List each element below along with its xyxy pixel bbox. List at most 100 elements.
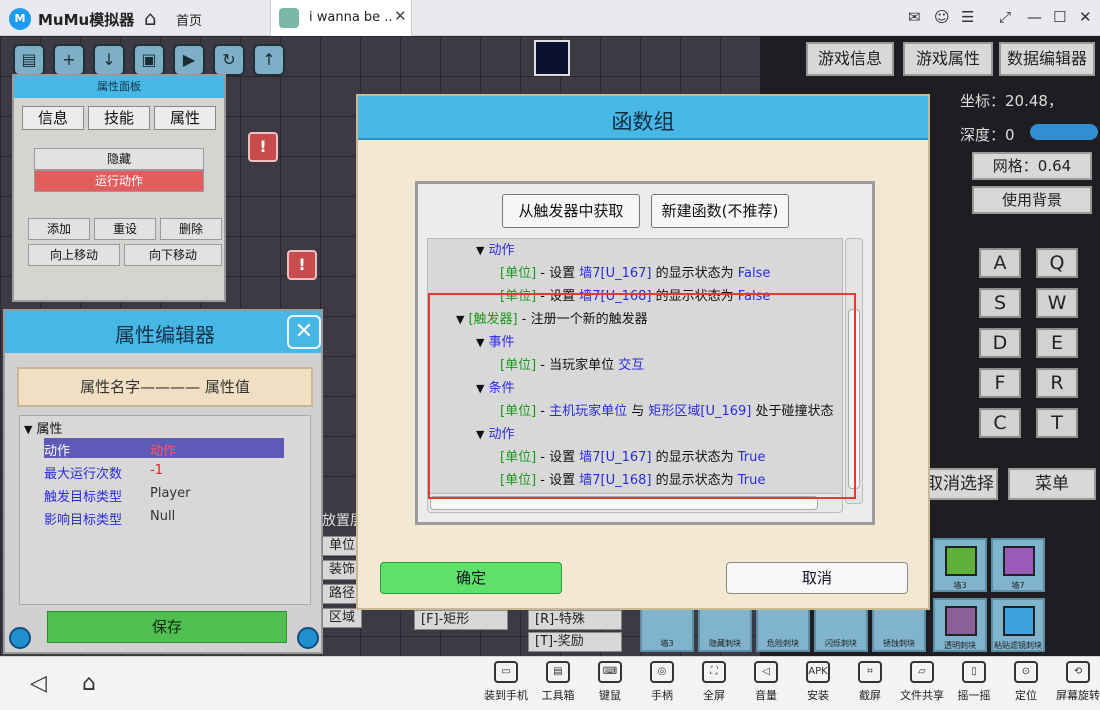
use-background-button[interactable]: 使用背景	[972, 186, 1092, 214]
menu-button[interactable]: 菜单	[1008, 468, 1096, 500]
data-editor-button[interactable]: 数据编辑器	[999, 42, 1095, 76]
menu-icon[interactable]: ☰	[961, 8, 974, 26]
rect-tool-button[interactable]: [F]-矩形	[414, 610, 508, 630]
key-c-button[interactable]: C	[979, 408, 1021, 438]
home-icon[interactable]: ⌂	[82, 671, 96, 696]
minimize-icon[interactable]: —	[1027, 8, 1042, 26]
reset-button[interactable]: 重设	[94, 218, 156, 240]
key-a-button[interactable]: A	[979, 248, 1021, 278]
attribute-row[interactable]: 最大运行次数 -1	[44, 461, 284, 482]
resize-handle-icon[interactable]	[297, 627, 319, 649]
hide-button[interactable]: 隐藏	[34, 148, 204, 170]
tab-skills[interactable]: 技能	[88, 106, 150, 130]
new-file-icon[interactable]: +	[53, 44, 85, 76]
key-d-button[interactable]: D	[979, 328, 1021, 358]
cancel-button[interactable]: 取消	[726, 562, 908, 594]
tile-transparent-spike[interactable]: 透明刺块	[933, 598, 987, 652]
upload-icon[interactable]: ↑	[253, 44, 285, 76]
depth-slider[interactable]	[1030, 124, 1098, 140]
tile-blink-spike[interactable]: 闪烁刺块	[814, 608, 868, 652]
refresh-icon[interactable]: ↻	[213, 44, 245, 76]
function-tree[interactable]: ▼ 动作 [单位] - 设置 墙7[U_167] 的显示状态为 False [单位] …	[427, 238, 843, 504]
scrollbar-thumb[interactable]	[848, 309, 860, 489]
nav-item[interactable]: ⌨ 键鼠	[584, 661, 636, 709]
tree-line[interactable]: ▼ [触发器] - 注册一个新的触发器	[456, 310, 648, 330]
nav-item[interactable]: ▯ 摇一摇	[948, 661, 1000, 709]
maximize-icon[interactable]: ☐	[1053, 8, 1066, 26]
close-window-icon[interactable]: ✕	[1079, 8, 1092, 26]
key-s-button[interactable]: S	[979, 288, 1021, 318]
nav-item[interactable]: ⌗ 截屏	[844, 661, 896, 709]
nav-item[interactable]: APK 安装	[792, 661, 844, 709]
reward-tool-button[interactable]: [T]-奖励	[528, 632, 622, 652]
key-e-button[interactable]: E	[1036, 328, 1078, 358]
key-q-button[interactable]: Q	[1036, 248, 1078, 278]
attribute-row[interactable]: 影响目标类型 Null	[44, 507, 284, 528]
horizontal-scrollbar[interactable]	[427, 493, 843, 513]
get-from-trigger-button[interactable]: 从触发器中获取	[502, 194, 640, 228]
tile-wall3[interactable]: 墙3	[933, 538, 987, 592]
tree-line[interactable]: ▼ 条件	[476, 379, 514, 399]
tree-line[interactable]: [单位] - 设置 墙7[U_167] 的显示状态为 False	[500, 264, 770, 284]
user-icon[interactable]: ☺	[934, 8, 950, 26]
nav-item[interactable]: ◁ 音量	[740, 661, 792, 709]
tree-line[interactable]: ▼ 动作	[476, 241, 514, 261]
key-w-button[interactable]: W	[1036, 288, 1078, 318]
add-button[interactable]: 添加	[28, 218, 90, 240]
scrollbar-thumb[interactable]	[430, 496, 818, 510]
tile-wall7[interactable]: 墙7	[991, 538, 1045, 592]
download-icon[interactable]: ↓	[93, 44, 125, 76]
tree-line[interactable]: ▼ 事件	[476, 333, 514, 353]
open-folder-icon[interactable]: ▤	[13, 44, 45, 76]
key-t-button[interactable]: T	[1036, 408, 1078, 438]
resize-handle-icon[interactable]	[9, 627, 31, 649]
nav-item[interactable]: ⟲ 屏幕旋转	[1052, 661, 1100, 709]
move-up-button[interactable]: 向上移动	[28, 244, 120, 266]
tile-danger-spike[interactable]: 危险刺块	[756, 608, 810, 652]
fullscreen-icon[interactable]: ⤢	[999, 8, 1011, 26]
play-icon[interactable]: ▶	[173, 44, 205, 76]
close-icon[interactable]: ✕	[287, 315, 321, 349]
nav-item[interactable]: ⊙ 定位	[1000, 661, 1052, 709]
mail-icon[interactable]: ✉	[908, 8, 921, 26]
tree-line[interactable]: [单位] - 设置 墙7[U_168] 的显示状态为 False	[500, 287, 770, 307]
key-f-button[interactable]: F	[979, 368, 1021, 398]
tree-line[interactable]: [单位] - 主机玩家单位 与 矩形区域[U_169] 处于碰撞状态	[500, 402, 834, 422]
tree-line[interactable]: [单位] - 设置 墙7[U_167] 的显示状态为 True	[500, 448, 765, 468]
tab-game[interactable]: i wanna be .. ✕	[270, 0, 412, 36]
game-info-button[interactable]: 游戏信息	[806, 42, 894, 76]
tab-info[interactable]: 信息	[22, 106, 84, 130]
nav-item[interactable]: ▱ 文件共享	[896, 661, 948, 709]
tile-rust-spike[interactable]: 锈蚀刺块	[872, 608, 926, 652]
run-action-button[interactable]: 运行动作	[34, 170, 204, 192]
tree-line[interactable]: [单位] - 设置 墙7[U_168] 的显示状态为 True	[500, 471, 765, 491]
nav-item[interactable]: ▤ 工具箱	[532, 661, 584, 709]
save-button[interactable]: 保存	[47, 611, 287, 643]
tile-filter-spike[interactable]: 粘贴滤镜刺块	[991, 598, 1045, 652]
special-tool-button[interactable]: [R]-特殊	[528, 610, 622, 630]
nav-item[interactable]: ▭ 装到手机	[480, 661, 532, 709]
layer-region-button[interactable]: 区域	[322, 608, 362, 628]
vertical-scrollbar[interactable]	[845, 238, 863, 504]
attribute-row[interactable]: 动作 动作	[44, 438, 284, 459]
tree-line[interactable]: ▼ 动作	[476, 425, 514, 445]
tile-wall3-small[interactable]: 墙3	[640, 608, 694, 652]
attribute-row[interactable]: 触发目标类型 Player	[44, 484, 284, 505]
new-function-button[interactable]: 新建函数(不推荐)	[651, 194, 789, 228]
key-r-button[interactable]: R	[1036, 368, 1078, 398]
nav-item[interactable]: ⛶ 全屏	[688, 661, 740, 709]
attribute-root[interactable]: ▼ 属性	[24, 418, 62, 437]
tree-line[interactable]: [单位] - 当玩家单位 交互	[500, 356, 644, 376]
move-down-button[interactable]: 向下移动	[124, 244, 222, 266]
close-tab-icon[interactable]: ✕	[394, 7, 407, 25]
save-icon[interactable]: ▣	[133, 44, 165, 76]
nav-item[interactable]: ◎ 手柄	[636, 661, 688, 709]
grid-size-button[interactable]: 网格：0.64	[972, 152, 1092, 180]
back-icon[interactable]: ◁	[30, 671, 47, 696]
confirm-button[interactable]: 确定	[380, 562, 562, 594]
game-properties-button[interactable]: 游戏属性	[903, 42, 993, 76]
cancel-selection-button[interactable]: 取消选择	[922, 468, 998, 500]
tab-home[interactable]: ⌂ 首页	[136, 0, 266, 36]
tile-hidden-spike[interactable]: 隐藏刺块	[698, 608, 752, 652]
tab-attributes[interactable]: 属性	[154, 106, 216, 130]
